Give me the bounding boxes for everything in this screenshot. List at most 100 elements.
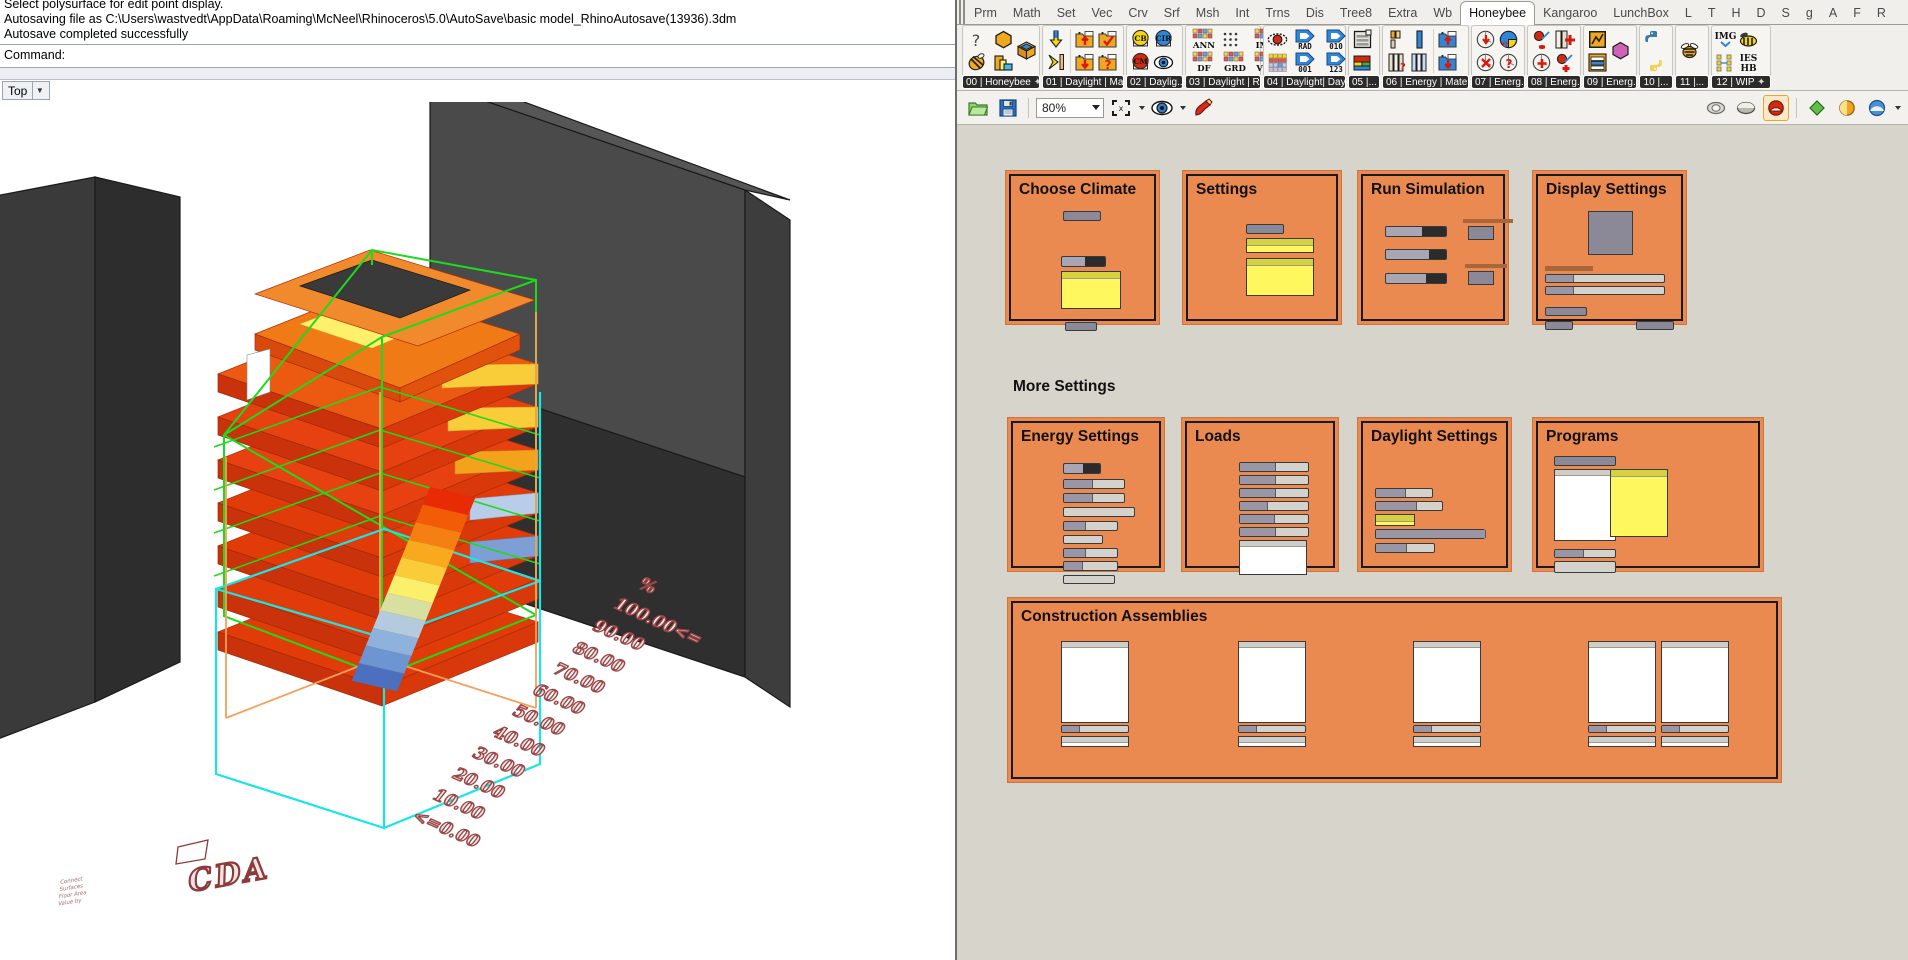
preview-shaded-icon[interactable] — [1733, 95, 1759, 121]
group-loads[interactable]: Loads — [1181, 417, 1339, 575]
node-grid-icon[interactable] — [1714, 51, 1737, 74]
load-add-red-icon[interactable] — [1530, 28, 1553, 51]
group-energy-settings[interactable]: Energy Settings — [1007, 417, 1165, 584]
gh-component[interactable] — [1554, 549, 1616, 558]
gh-component[interactable] — [1065, 322, 1097, 331]
eye-view-icon[interactable] — [1152, 51, 1175, 74]
help-question-icon[interactable]: ? — [965, 28, 988, 51]
bar-layers-icon[interactable]: ? — [1385, 51, 1408, 74]
assembly-selector[interactable] — [1661, 725, 1729, 733]
gh-component[interactable] — [1545, 274, 1665, 283]
tab-f[interactable]: F — [1845, 3, 1869, 24]
tab-d[interactable]: D — [1749, 3, 1774, 24]
gh-component[interactable] — [1063, 521, 1118, 531]
chevron-down-icon[interactable] — [1180, 105, 1186, 110]
grd-grid-icon[interactable]: GRD — [1219, 51, 1250, 74]
tab-l[interactable]: L — [1677, 3, 1700, 24]
tab-wb[interactable]: Wb — [1425, 3, 1460, 24]
gh-component[interactable] — [1239, 488, 1309, 498]
gh-panel-yellow[interactable] — [1061, 271, 1121, 309]
python-component-icon[interactable] — [1642, 28, 1665, 51]
cube-box-icon[interactable] — [1015, 39, 1038, 62]
window-bar-icon[interactable] — [1408, 51, 1431, 74]
constr-add-icon[interactable] — [1436, 28, 1459, 51]
assembly-panel[interactable] — [1238, 641, 1306, 723]
gh-component[interactable] — [1063, 535, 1103, 544]
group-settings[interactable]: Settings — [1182, 170, 1342, 325]
gh-panel-yellow[interactable] — [1375, 514, 1415, 526]
ribbon-panel-label[interactable]: 00 | Honeybee ✦ — [962, 75, 1040, 89]
results-list-icon[interactable] — [1351, 28, 1374, 51]
cb-badge-icon[interactable]: CB — [1129, 28, 1152, 51]
gh-component[interactable] — [1239, 501, 1309, 511]
tab-srf[interactable]: Srf — [1156, 3, 1188, 24]
tab-int[interactable]: Int — [1227, 3, 1257, 24]
sphere-icon[interactable] — [1864, 95, 1890, 121]
assembly-selector[interactable] — [1238, 725, 1306, 733]
gh-panel-yellow[interactable] — [1246, 238, 1314, 253]
gh-component[interactable] — [1375, 543, 1435, 553]
number-slider[interactable] — [1063, 463, 1101, 474]
grasshopper-canvas[interactable]: More Settings Choose Climate Settings Run S… — [957, 125, 1908, 960]
assembly-card[interactable] — [1661, 641, 1729, 747]
cir-badge-icon[interactable]: CIR — [1152, 28, 1175, 51]
gh-component[interactable] — [1375, 501, 1443, 511]
ribbon-panel-label[interactable]: 01 | Daylight | Mate... — [1042, 75, 1124, 89]
bee-yellow-icon[interactable] — [1737, 28, 1760, 51]
tab-kangaroo[interactable]: Kangaroo — [1535, 3, 1605, 24]
eye-preview-icon[interactable] — [1149, 95, 1175, 121]
number-slider[interactable] — [1385, 249, 1447, 260]
profiler-icon[interactable] — [1804, 95, 1830, 121]
bake-icon[interactable] — [1763, 94, 1789, 121]
n010-run-icon[interactable]: 010 — [1320, 28, 1351, 51]
tab-honeybee[interactable]: Honeybee — [1460, 1, 1536, 25]
gh-component[interactable] — [1239, 475, 1309, 485]
save-disk-icon[interactable] — [995, 95, 1021, 121]
n123-run-icon[interactable]: 123 — [1320, 51, 1351, 74]
tab-set[interactable]: Set — [1049, 3, 1084, 24]
chevron-down-icon[interactable] — [1895, 105, 1901, 110]
img-tag-icon[interactable]: IMG — [1714, 28, 1737, 51]
mass-to-zone-icon[interactable] — [992, 51, 1015, 74]
gh-component[interactable] — [1375, 488, 1433, 498]
gh-panel-white[interactable] — [1239, 540, 1307, 575]
sched-help-icon[interactable]: ? — [1497, 51, 1520, 74]
number-slider[interactable] — [1061, 256, 1106, 267]
hexagon-zone-icon[interactable] — [992, 28, 1015, 51]
gh-component-block[interactable] — [1588, 211, 1633, 255]
schedule-e-icon[interactable]: e — [1497, 28, 1520, 51]
tab-t[interactable]: T — [1700, 3, 1724, 24]
gh-component[interactable] — [1239, 514, 1309, 524]
import-down-arrow-icon[interactable] — [1045, 28, 1068, 51]
assembly-value-panel[interactable] — [1588, 736, 1656, 747]
blue-bar-icon[interactable] — [1408, 28, 1431, 51]
ribbon-panel-label[interactable]: 02 | Daylig... — [1126, 75, 1183, 89]
viewport-tab-top[interactable]: Top ▼ — [2, 81, 50, 100]
snap-to-line-icon[interactable] — [1045, 51, 1068, 74]
honeybee-wip-bee-icon[interactable] — [1678, 39, 1701, 62]
group-display-settings[interactable]: Display Settings — [1532, 170, 1687, 330]
rhino-command-prompt[interactable]: Command: — [0, 46, 955, 68]
load-plus-icon[interactable] — [1530, 51, 1553, 74]
ribbon-panel-label[interactable]: 11 |... — [1675, 75, 1709, 89]
red-eye-icon[interactable] — [1266, 28, 1289, 51]
assembly-panel[interactable] — [1588, 641, 1656, 723]
bar-tall-icon[interactable] — [1385, 28, 1408, 51]
assembly-value-panel[interactable] — [1061, 736, 1129, 747]
chevron-down-icon[interactable] — [1092, 105, 1100, 110]
gh-component[interactable] — [1545, 307, 1587, 316]
assembly-panel[interactable] — [1413, 641, 1481, 723]
assembly-card[interactable] — [1061, 641, 1129, 747]
sketch-pen-icon[interactable] — [1190, 95, 1216, 121]
stacked-layers-icon[interactable] — [1586, 51, 1609, 74]
ribbon-panel-label[interactable]: 05 |... — [1348, 75, 1380, 89]
assembly-panel[interactable] — [1661, 641, 1729, 723]
ribbon-panel-label[interactable]: 10 |... — [1639, 75, 1673, 89]
tab-g[interactable]: g — [1798, 3, 1821, 24]
ribbon-panel-label[interactable]: 09 | Energ... — [1583, 75, 1637, 89]
tab-a[interactable]: A — [1821, 3, 1845, 24]
chevron-down-icon[interactable] — [1139, 105, 1145, 110]
energy-chart-icon[interactable] — [1586, 28, 1609, 51]
group-programs[interactable]: Programs — [1532, 417, 1764, 573]
color-matrix-icon[interactable] — [1266, 51, 1289, 74]
